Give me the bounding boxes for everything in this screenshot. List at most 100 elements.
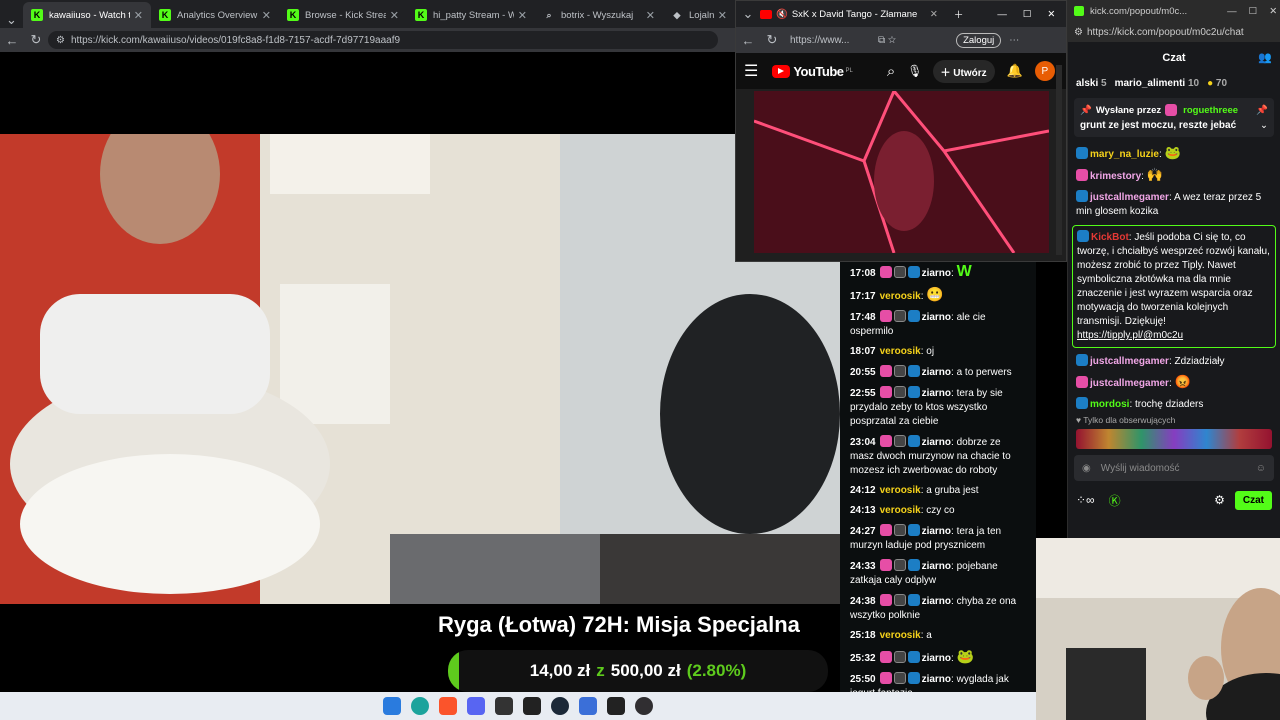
message-username[interactable]: veroosik xyxy=(880,346,921,357)
message-username[interactable]: justcallmegamer xyxy=(1090,378,1169,389)
close-tab-icon[interactable]: ✕ xyxy=(930,9,938,20)
maximize-icon[interactable]: ☐ xyxy=(1249,6,1258,17)
main-address-bar[interactable]: ⚙ https://kick.com/kawaiiuso/videos/019f… xyxy=(48,31,718,49)
close-tab-icon[interactable]: ✕ xyxy=(390,9,399,22)
vod-chat-replay[interactable]: 17:08 ziarno: W 17:17 veroosik: 😬 17:48 ziarn… xyxy=(840,262,1036,692)
pinned-message[interactable]: 📌 Wysłane przez roguethreee 📌 grunt ze j… xyxy=(1074,98,1274,137)
discord-icon[interactable] xyxy=(467,697,485,715)
message-username[interactable]: veroosik xyxy=(880,630,921,641)
chat-input[interactable]: ◉ Wyślij wiadomość ☺ xyxy=(1074,455,1274,481)
app-icon[interactable] xyxy=(495,697,513,715)
vod-chat-message: 25:32 ziarno: 🐸 xyxy=(840,646,1036,669)
message-username[interactable]: justcallmegamer xyxy=(1090,356,1169,367)
new-tab-icon[interactable]: ＋ xyxy=(954,7,964,21)
message-username[interactable]: ziarno xyxy=(922,367,951,378)
moderator-badge-icon xyxy=(893,386,906,398)
reload-icon[interactable]: ↻ xyxy=(24,32,48,48)
tab-list-icon[interactable]: ⌄ xyxy=(736,6,760,22)
message-username[interactable]: ziarno xyxy=(922,388,951,399)
message-username[interactable]: mordosi xyxy=(1090,399,1129,410)
popout-address-bar[interactable]: ⚙ https://kick.com/popout/m0c2u/chat xyxy=(1068,22,1280,42)
brave-icon[interactable] xyxy=(439,697,457,715)
message-username[interactable]: justcallmegamer xyxy=(1090,192,1169,203)
message-text: a xyxy=(926,630,932,641)
message-username[interactable]: ziarno xyxy=(922,674,951,685)
reload-icon[interactable]: ↻ xyxy=(760,32,784,48)
points-icon[interactable]: ⁘∞ xyxy=(1076,493,1095,507)
back-icon[interactable]: ← xyxy=(736,33,760,48)
message-username[interactable]: ziarno xyxy=(922,653,951,664)
extensions-icon[interactable]: ⧉ ☆ xyxy=(878,35,896,46)
send-chat-button[interactable]: Czat xyxy=(1234,490,1272,510)
message-username[interactable]: mary_na_luzie xyxy=(1090,149,1159,160)
app-icon[interactable] xyxy=(579,697,597,715)
notifications-bell-icon[interactable]: 🔔 xyxy=(1007,63,1023,79)
minimize-icon[interactable]: — xyxy=(997,9,1007,20)
epic-games-icon[interactable] xyxy=(523,697,541,715)
message-username[interactable]: ziarno xyxy=(922,312,951,323)
search-icon[interactable]: ⌕ xyxy=(887,63,895,80)
back-icon[interactable]: ← xyxy=(0,33,24,48)
message-username[interactable]: veroosik xyxy=(880,485,921,496)
chat-messages[interactable]: mary_na_luzie: 🐸 krimestory: 🙌 justcallmeg… xyxy=(1068,143,1280,413)
message-username[interactable]: ziarno xyxy=(922,596,951,607)
leaderboard-entry[interactable]: alski 5 xyxy=(1076,78,1107,89)
close-tab-icon[interactable]: ✕ xyxy=(518,9,527,22)
yt-tab-title[interactable]: SxK x David Tango - Złamane xyxy=(792,9,924,20)
yt-address-bar[interactable]: https://www... xyxy=(790,35,874,46)
emoji-icon[interactable]: ☺ xyxy=(1256,463,1266,474)
browser-tab[interactable]: K Analytics Overview - Kick ✕ xyxy=(151,2,279,28)
create-button[interactable]: ＋ Utwórz xyxy=(932,59,995,83)
microphone-icon[interactable]: 🎙 xyxy=(907,64,922,78)
browser-tab[interactable]: K Browse - Kick Streaming ✕ xyxy=(279,2,407,28)
browser-tab[interactable]: Kkawaiiuso - Watch the VO ✕ xyxy=(23,2,151,28)
message-username[interactable]: veroosik xyxy=(880,291,921,302)
yt-scrollbar[interactable] xyxy=(1056,65,1062,255)
message-username[interactable]: krimestory xyxy=(1090,171,1141,182)
close-tab-icon[interactable]: ✕ xyxy=(718,9,727,22)
message-username[interactable]: ziarno xyxy=(922,561,951,572)
message-username[interactable]: KickBot xyxy=(1091,232,1129,243)
steam-icon[interactable] xyxy=(551,697,569,715)
message-username[interactable]: ziarno xyxy=(922,268,951,279)
profile-login-button[interactable]: Zaloguj xyxy=(956,32,1002,48)
message-username[interactable]: ziarno xyxy=(922,526,951,537)
unpin-icon[interactable]: 📌 xyxy=(1256,105,1268,116)
mute-icon[interactable]: 🔇 xyxy=(776,9,788,20)
leaderboard-entry[interactable]: mario_alimenti 10 xyxy=(1115,78,1200,89)
tab-list-icon[interactable]: ⌄ xyxy=(0,12,23,28)
windows-start-icon[interactable] xyxy=(383,697,401,715)
users-icon[interactable]: 👥 xyxy=(1258,51,1272,64)
site-info-icon[interactable]: ⚙ xyxy=(56,35,65,46)
site-info-icon[interactable]: ⚙ xyxy=(1074,27,1083,38)
tipply-link[interactable]: https://tipply.pl/@m0c2u xyxy=(1077,330,1183,341)
vod-video-player[interactable] xyxy=(0,134,840,604)
close-tab-icon[interactable]: ✕ xyxy=(262,9,271,22)
kick-coin-icon[interactable]: Ⓚ xyxy=(1109,492,1121,509)
minimize-icon[interactable]: — xyxy=(1227,6,1237,17)
close-tab-icon[interactable]: ✕ xyxy=(134,9,143,22)
obs-icon[interactable] xyxy=(635,697,653,715)
message-username[interactable]: veroosik xyxy=(880,505,921,516)
maximize-icon[interactable]: ☐ xyxy=(1023,9,1032,20)
message-username[interactable]: ziarno xyxy=(922,437,951,448)
close-tab-icon[interactable]: ✕ xyxy=(646,9,655,22)
leaderboard-entry[interactable]: ● 70 xyxy=(1207,78,1227,89)
youtube-logo-icon[interactable] xyxy=(772,64,791,78)
avatar[interactable]: P xyxy=(1034,61,1055,81)
browser-tab[interactable]: Khi_patty Stream - Watch ✕ xyxy=(407,2,535,28)
menu-dots-icon[interactable]: ⋯ xyxy=(1009,35,1019,46)
app-icon[interactable] xyxy=(607,697,625,715)
edge-icon[interactable] xyxy=(411,697,429,715)
browser-tab[interactable]: ◆ Lojalność | N ✕ xyxy=(663,2,735,28)
emote-strip[interactable] xyxy=(1076,429,1272,449)
close-window-icon[interactable]: ✕ xyxy=(1047,9,1055,20)
browser-tab[interactable]: ⌕ botrix - Wyszukaj ✕ xyxy=(535,2,663,28)
hamburger-menu-icon[interactable]: ☰ xyxy=(744,61,758,81)
close-window-icon[interactable]: ✕ xyxy=(1269,6,1277,17)
chevron-down-icon[interactable]: ⌄ xyxy=(1260,120,1268,131)
chat-mode-icon[interactable]: ◉ xyxy=(1082,463,1091,474)
yt-video-player[interactable] xyxy=(754,91,1049,253)
user-badge-icon xyxy=(1076,397,1088,409)
settings-icon[interactable]: ⚙ xyxy=(1214,493,1225,507)
